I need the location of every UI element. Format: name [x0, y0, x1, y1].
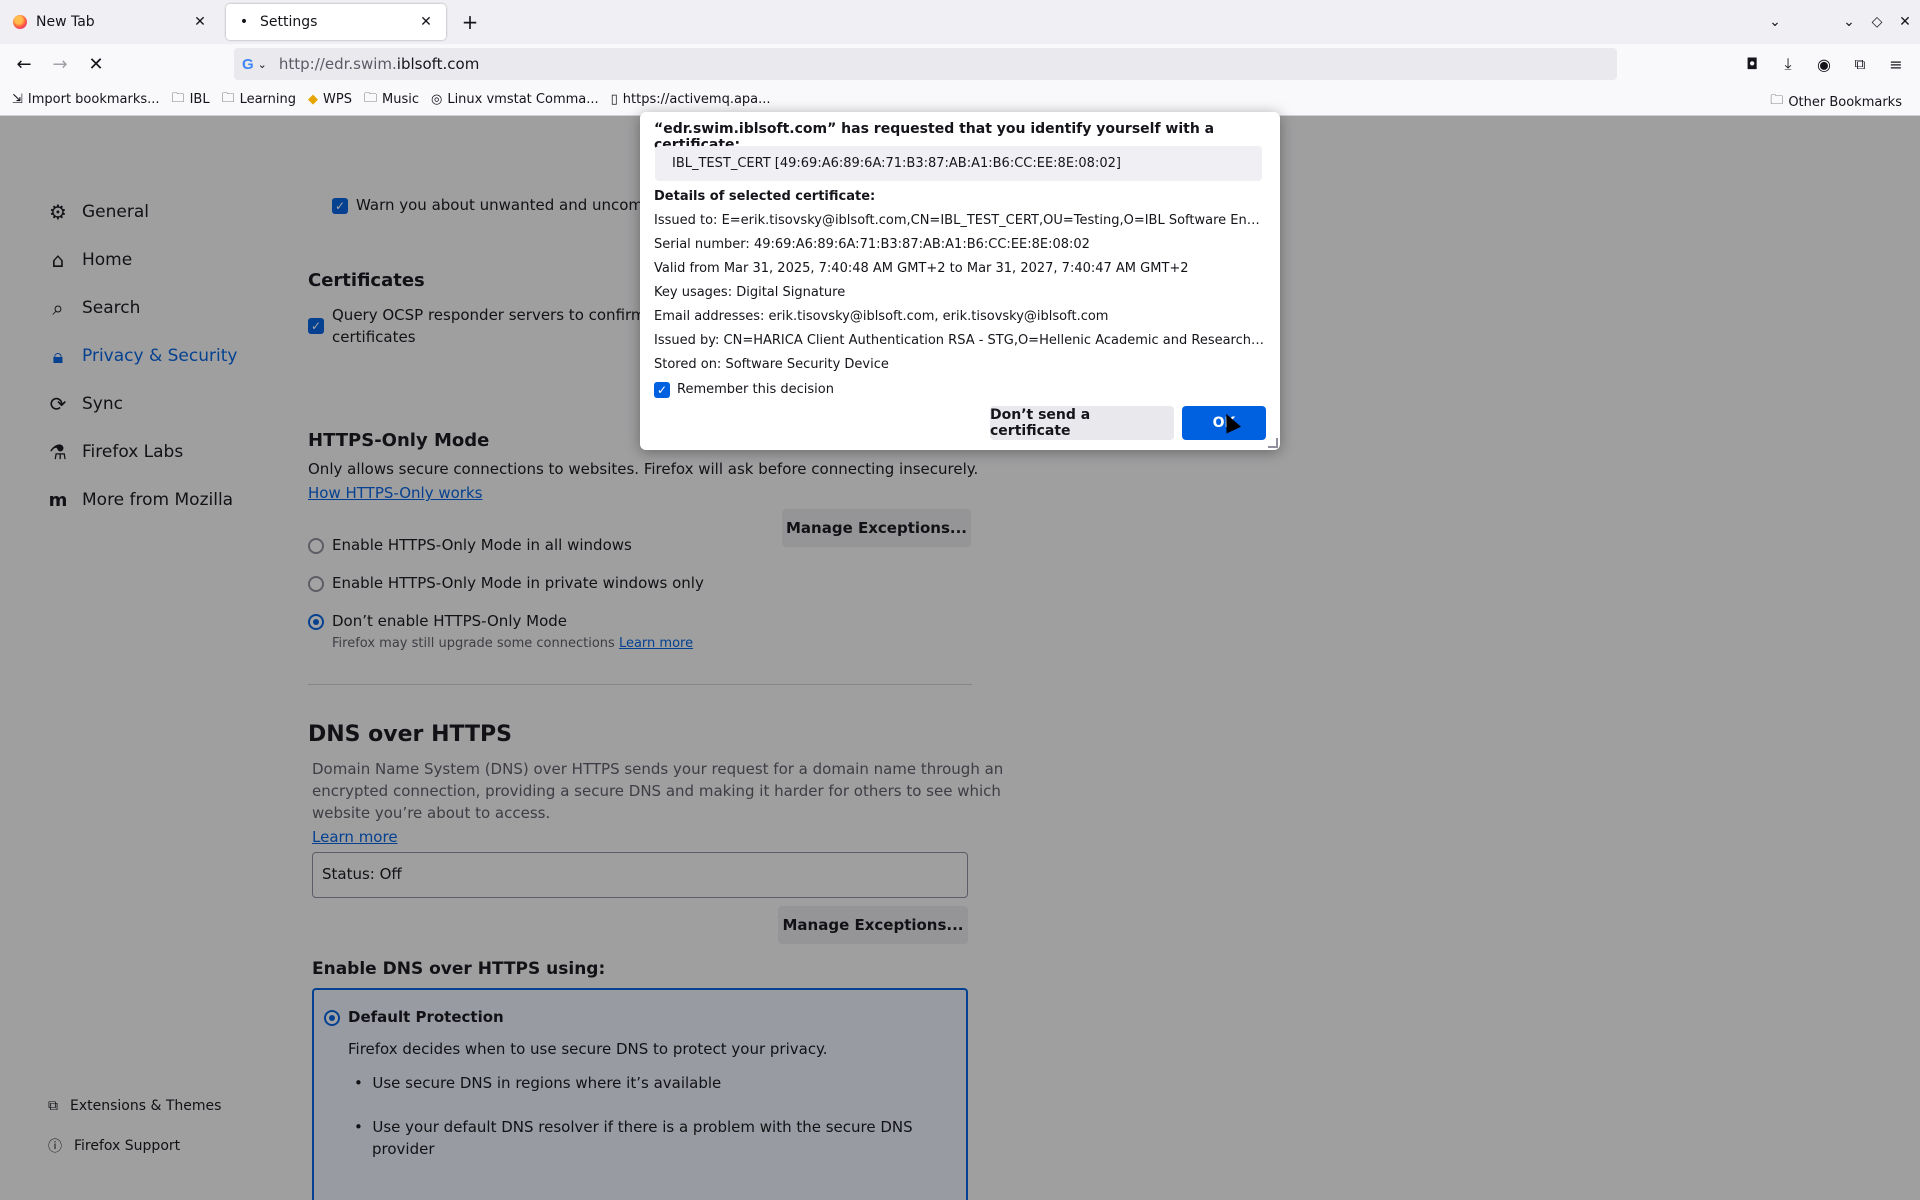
folder-icon: 🗀 — [1770, 93, 1784, 108]
folder-icon: 🗀 — [171, 90, 185, 106]
cert-validity: Valid from Mar 31, 2025, 7:40:48 AM GMT+… — [654, 261, 1189, 276]
book-icon: ▯ — [610, 92, 618, 107]
tab-new-tab[interactable]: New Tab ✕ — [2, 4, 220, 40]
details-heading: Details of selected certificate: — [654, 189, 876, 204]
minimize-icon[interactable]: ⌄ — [1837, 10, 1861, 34]
close-tab-icon[interactable]: ✕ — [190, 12, 210, 32]
back-button[interactable]: ← — [10, 50, 38, 78]
new-tab-button[interactable]: + — [458, 10, 482, 34]
forward-button[interactable]: → — [46, 50, 74, 78]
tab-label: New Tab — [36, 14, 95, 30]
certificate-select[interactable]: IBL_TEST_CERT [49:69:A6:89:6A:71:B3:87:A… — [655, 146, 1262, 181]
dont-send-certificate-button[interactable]: Don’t send a certificate — [990, 406, 1174, 440]
maximize-icon[interactable]: ◇ — [1865, 10, 1889, 34]
bookmark-folder-music[interactable]: 🗀 Music — [358, 89, 425, 111]
menu-icon[interactable]: ≡ — [1882, 50, 1910, 78]
certificate-request-dialog: “edr.swim.iblsoft.com” has requested tha… — [640, 112, 1280, 450]
bookmark-folder-ibl[interactable]: 🗀 IBL — [166, 89, 216, 111]
import-icon: ⇲ — [12, 92, 23, 107]
cert-stored-on: Stored on: Software Security Device — [654, 357, 889, 372]
wps-icon: ◆ — [308, 92, 319, 107]
folder-icon: 🗀 — [221, 90, 235, 106]
resize-grip-icon[interactable] — [1268, 438, 1278, 448]
google-icon: G — [242, 55, 254, 73]
stop-button[interactable]: ✕ — [82, 50, 110, 78]
bookmark-import[interactable]: ⇲ Import bookmarks... — [6, 92, 166, 107]
site-icon: ◎ — [430, 92, 443, 107]
bookmark-wps[interactable]: ◆ WPS — [302, 92, 358, 107]
firefox-icon — [12, 14, 28, 30]
bookmark-activemq[interactable]: ▯ https://activemq.apa... — [605, 92, 777, 107]
url-bar[interactable]: G ⌄ http://edr.swim.iblsoft.com — [234, 48, 1617, 80]
account-icon[interactable]: ◉ — [1810, 50, 1838, 78]
tab-label: Settings — [260, 14, 318, 30]
extensions-icon[interactable]: ⧉ — [1846, 50, 1874, 78]
close-tab-icon[interactable]: ✕ — [416, 12, 436, 32]
url-text: http://edr.swim.iblsoft.com — [278, 55, 480, 73]
cert-email-addresses: Email addresses: erik.tisovsky@iblsoft.c… — [654, 309, 1109, 324]
bookmark-folder-learning[interactable]: 🗀 Learning — [216, 89, 302, 111]
cert-serial-number: Serial number: 49:69:A6:89:6A:71:B3:87:A… — [654, 237, 1090, 252]
search-engine-selector[interactable]: G ⌄ — [242, 56, 267, 73]
chevron-down-icon: ⌄ — [257, 57, 267, 71]
pocket-icon[interactable]: ◘ — [1738, 50, 1766, 78]
folder-icon: 🗀 — [363, 90, 377, 106]
list-all-tabs-icon[interactable]: ⌄ — [1763, 10, 1787, 34]
tab-settings[interactable]: • Settings ✕ — [226, 4, 446, 40]
remember-decision-checkbox[interactable]: ✓ — [654, 382, 670, 398]
bookmark-other-bookmarks[interactable]: 🗀 Other Bookmarks — [1764, 91, 1908, 113]
close-window-icon[interactable]: ✕ — [1893, 10, 1917, 34]
cert-issued-to: Issued to: E=erik.tisovsky@iblsoft.com,C… — [654, 213, 1266, 228]
tab-strip: New Tab ✕ • Settings ✕ + ⌄ ⌄ ◇ ✕ — [0, 0, 1920, 44]
bookmark-linux-vmstat[interactable]: ◎ Linux vmstat Comma... — [425, 92, 605, 107]
remember-decision-label: Remember this decision — [677, 382, 834, 397]
cert-key-usages: Key usages: Digital Signature — [654, 285, 846, 300]
downloads-icon[interactable]: ⤓ — [1774, 50, 1802, 78]
settings-dot-icon: • — [239, 14, 249, 30]
navigation-toolbar: ← → ✕ G ⌄ http://edr.swim.iblsoft.com ◘ … — [0, 44, 1920, 84]
cert-issued-by: Issued by: CN=HARICA Client Authenticati… — [654, 333, 1266, 348]
